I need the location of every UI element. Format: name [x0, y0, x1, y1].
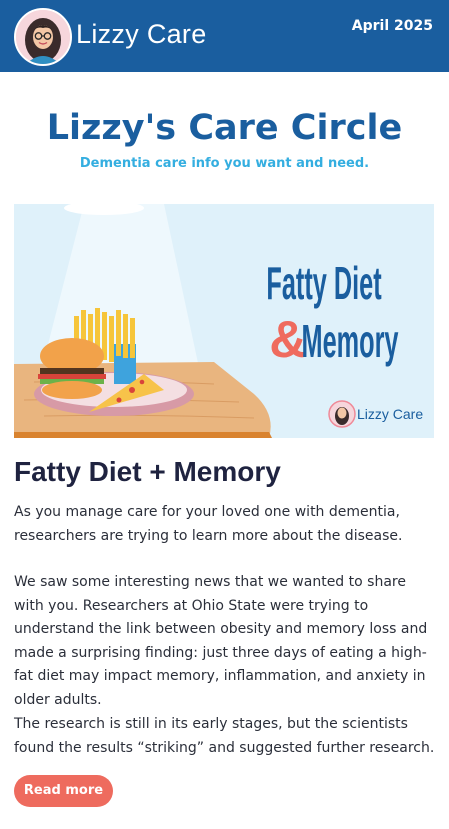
hero-logo-text: Lizzy Care	[357, 406, 423, 422]
article-paragraph-1: As you manage care for your loved one wi…	[14, 504, 403, 544]
header-bar: Lizzy Care April 2025	[0, 0, 449, 72]
hero-headline-line1: Fatty Diet	[266, 257, 381, 309]
article-paragraph-3: The research is still in its early stage…	[14, 716, 435, 756]
avatar-illustration	[16, 10, 70, 64]
newsletter-title: Lizzy's Care Circle	[46, 108, 403, 148]
hero-illustration: Fatty Diet & Memory Lizzy Care	[14, 201, 434, 438]
article-paragraph-2: We saw some interesting news that we wan…	[14, 574, 428, 708]
issue-date: April 2025	[351, 18, 433, 34]
hero-headline-line2: Memory	[302, 315, 399, 367]
article-title: Fatty Diet + Memory	[14, 456, 281, 487]
avatar	[14, 8, 72, 66]
read-more-button[interactable]: Read more	[14, 775, 113, 807]
hero-image: Fatty Diet & Memory Lizzy Care	[14, 201, 434, 438]
newsletter-subtitle: Dementia care info you want and need.	[79, 156, 370, 171]
brand-name: Lizzy Care	[76, 19, 207, 49]
